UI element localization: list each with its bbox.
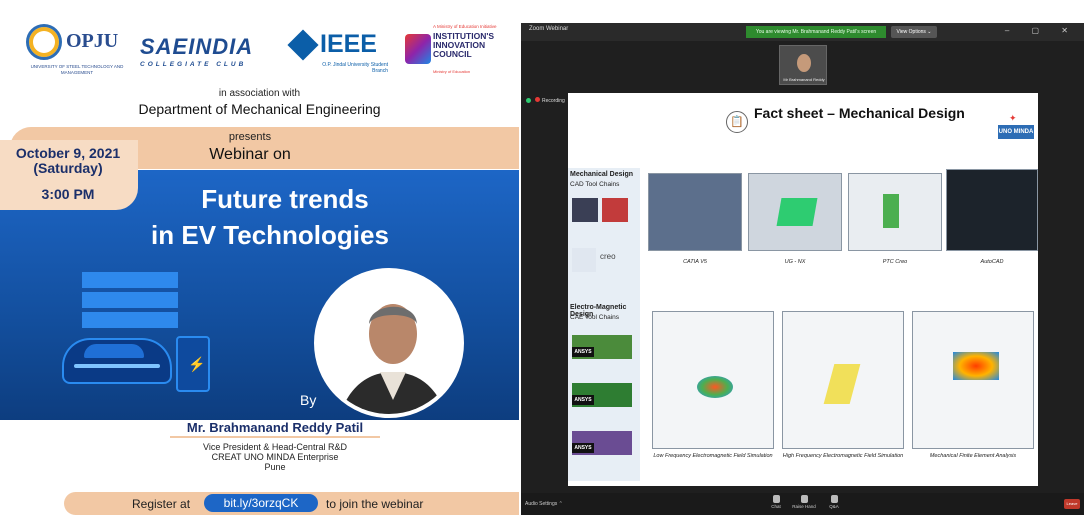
saeindia-logo: SAEINDIA COLLEGIATE CLUB: [140, 34, 268, 68]
ieee-text: IEEE: [320, 30, 377, 58]
clipboard-icon: 📋: [726, 111, 748, 133]
ansys-label-2: ANSYS: [572, 395, 594, 405]
participant-thumbnail[interactable]: Mr Brahmanand Reddy: [779, 45, 827, 85]
association-text: in association with: [218, 88, 301, 99]
catia-logo-icon: [572, 198, 598, 222]
opju-text: OPJU: [66, 30, 119, 52]
webinar-label: Webinar on: [209, 146, 291, 163]
electric-car-icon: [62, 338, 172, 384]
em-design-panel: Electro-Magnetic Design CAE Tool Chains …: [568, 301, 640, 481]
opju-seal-icon: [26, 24, 62, 60]
autodesk-logo-icon: [572, 248, 596, 272]
nx-logo-icon: [602, 198, 628, 222]
caption-autocad: AutoCAD: [980, 259, 1004, 265]
security-icon[interactable]: [526, 98, 531, 103]
caption-high-frequency: High Frequency Electromagnetic Field Sim…: [782, 453, 904, 459]
qa-button[interactable]: Q&A: [819, 495, 849, 509]
section-mechanical-subtitle: CAD Tool Chains: [570, 181, 620, 188]
saeindia-subtitle: COLLEGIATE CLUB: [140, 61, 247, 68]
charging-station-icon: ⚡: [176, 336, 210, 392]
section-em-subtitle: CAE Tool Chains: [570, 314, 620, 321]
window-title: Zoom Webinar: [529, 26, 569, 32]
register-link[interactable]: bit.ly/3orzqCK: [204, 494, 318, 512]
iic-logo: A Ministry of Education Initiative INSTI…: [405, 24, 513, 84]
autocad-screenshot: [946, 169, 1038, 251]
participant-name: Mr Brahmanand Reddy: [783, 77, 825, 82]
view-options-button[interactable]: View Options ⌄: [891, 26, 937, 38]
ptc-creo-screenshot: [848, 173, 942, 251]
mechanical-fea-screenshot: [912, 311, 1034, 449]
ugnx-screenshot: [748, 173, 842, 251]
speaker-photo: [314, 268, 464, 418]
opju-subtitle: UNIVERSITY OF STEEL TECHNOLOGY AND MANAG…: [30, 64, 124, 75]
iic-footer: Ministry of Education: [433, 69, 471, 74]
zoom-toolbar: Audio Settings ⌃ Chat Raise Hand Q&A Lea…: [521, 493, 1084, 515]
iic-tagline: A Ministry of Education Initiative: [433, 24, 497, 29]
low-frequency-sim-screenshot: [652, 311, 774, 449]
caption-creo: PTC Creo: [882, 259, 908, 265]
chat-icon: [772, 495, 780, 503]
name-underline: [170, 436, 380, 438]
speaker-role: Vice President & Head-Central R&D: [203, 442, 347, 452]
record-dot-icon: [535, 97, 540, 102]
webinar-title-line2: in EV Technologies: [151, 220, 389, 250]
zoom-webinar-window: Zoom Webinar You are viewing Mr. Brahman…: [521, 23, 1084, 515]
hand-icon: [800, 495, 808, 503]
creo-logo: creo: [600, 252, 616, 261]
uno-minda-logo: UNO MINDA: [998, 125, 1034, 139]
qa-label: Q&A: [829, 504, 839, 509]
speaker-city: Pune: [264, 462, 286, 472]
shared-slide: 📋 Fact sheet – Mechanical Design ✦ UNO M…: [568, 93, 1038, 486]
mechanical-design-panel: Mechanical Design CAD Tool Chains creo: [568, 168, 640, 303]
chat-button[interactable]: Chat: [761, 495, 791, 509]
ieee-subtitle: O.P. Jindal University Student Branch: [322, 62, 388, 74]
webinar-poster: OPJU UNIVERSITY OF STEEL TECHNOLOGY AND …: [0, 0, 519, 515]
chat-label: Chat: [771, 504, 781, 509]
recording-label: Recording: [542, 98, 565, 104]
section-mechanical-title: Mechanical Design: [570, 171, 634, 178]
department-text: Department of Mechanical Engineering: [138, 101, 381, 117]
battery-bars-icon: [82, 272, 178, 332]
event-time: 3:00 PM: [41, 186, 95, 202]
by-label: By: [300, 392, 317, 408]
speaker-name: Mr. Brahmanand Reddy Patil: [186, 420, 364, 435]
event-date: October 9, 2021 (Saturday): [15, 145, 121, 176]
window-controls[interactable]: – ▢ ✕: [1005, 26, 1078, 35]
screen-share-banner: You are viewing Mr. Brahmanand Reddy Pat…: [746, 26, 886, 38]
high-frequency-sim-screenshot: [782, 311, 904, 449]
register-prefix: Register at: [132, 497, 191, 511]
presents-text: presents: [228, 131, 272, 143]
iic-title: INSTITUTION'S INNOVATION COUNCIL: [433, 31, 495, 59]
raise-hand-label: Raise Hand: [792, 504, 816, 509]
caption-low-frequency: Low Frequency Electromagnetic Field Simu…: [653, 453, 773, 459]
screenshot: OPJU UNIVERSITY OF STEEL TECHNOLOGY AND …: [0, 0, 1084, 515]
opju-logo: OPJU UNIVERSITY OF STEEL TECHNOLOGY AND …: [22, 20, 132, 80]
uno-minda-mark-icon: ✦: [1009, 113, 1017, 123]
iic-mark-icon: [405, 34, 431, 64]
speaker-company: CREAT UNO MINDA Enterprise: [211, 452, 339, 462]
slide-title: Fact sheet – Mechanical Design: [754, 105, 965, 121]
zoom-titlebar: Zoom Webinar You are viewing Mr. Brahman…: [521, 23, 1084, 41]
catia-screenshot: [648, 173, 742, 251]
recording-indicator: Recording: [535, 97, 565, 104]
logo-row: OPJU UNIVERSITY OF STEEL TECHNOLOGY AND …: [0, 14, 519, 84]
ansys-label-3: ANSYS: [572, 443, 594, 453]
saeindia-text: SAEINDIA: [140, 34, 254, 59]
ieee-diamond-icon: [287, 29, 319, 61]
audio-settings-button[interactable]: Audio Settings ⌃: [525, 501, 563, 507]
caption-catia: CATIA V5: [683, 259, 707, 265]
raise-hand-button[interactable]: Raise Hand: [789, 495, 819, 509]
register-suffix: to join the webinar: [326, 497, 424, 511]
ansys-label-1: ANSYS: [572, 347, 594, 357]
webinar-title-line1: Future trends: [201, 184, 369, 214]
caption-mechanical-fea: Mechanical Finite Element Analysis: [929, 453, 1017, 459]
leave-button[interactable]: Leave: [1064, 499, 1080, 509]
participant-avatar: [797, 54, 811, 72]
caption-ugnx: UG - NX: [784, 259, 806, 265]
qa-icon: [830, 495, 838, 503]
